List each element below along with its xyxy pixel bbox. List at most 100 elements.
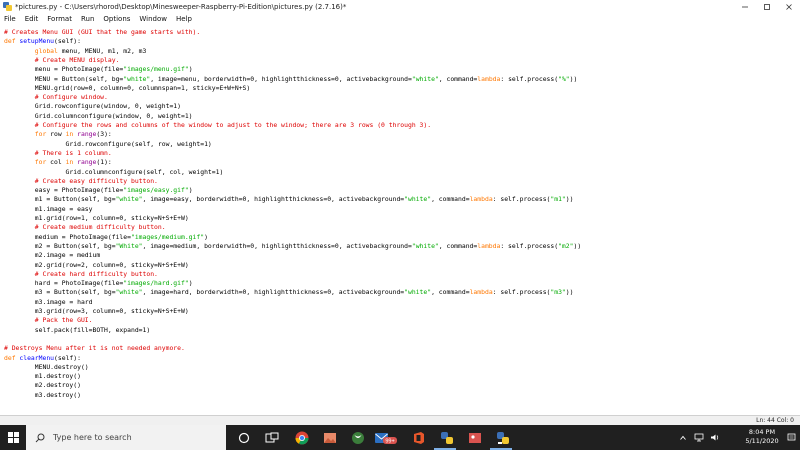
code-line: # Creates Menu GUI (GUI that the game st… [4,28,200,37]
minimize-button[interactable] [734,0,756,13]
code-token: (self): [54,353,81,362]
code-token: global [34,46,58,55]
code-line: Grid.columnconfigure(window, 0, weight=1… [4,112,193,121]
code-token: m2 = Button(self, bg= [4,241,116,250]
status-bar: Ln: 44 Col: 0 [0,415,800,425]
code-line: # Create hard difficulty button. [4,270,158,279]
xbox-icon[interactable] [349,429,366,446]
menu-options[interactable]: Options [103,15,130,23]
code-token: , command= [431,288,470,297]
idle-icon[interactable] [494,429,511,446]
code-token: ) [188,279,193,288]
start-button[interactable] [0,425,26,450]
code-line: m1.destroy() [4,372,81,381]
code-token: : self.process( [492,288,551,297]
code-token: : self.process( [500,241,559,250]
code-token: range [77,158,97,167]
code-line: m2.destroy() [4,381,81,390]
code-editor[interactable]: # Creates Menu GUI (GUI that the game st… [0,25,800,415]
code-token: range [77,130,97,139]
close-button[interactable] [778,0,800,13]
code-token: )) [565,288,574,297]
code-token: m2.grid(row=2, column=0, sticky=N+S+E+W) [4,260,189,269]
network-icon[interactable] [692,425,706,450]
cortana-icon[interactable] [235,429,252,446]
code-line: # Create MENU display. [4,55,120,65]
close-icon [786,3,792,10]
window-controls [734,0,800,13]
python-idle-icon [3,2,12,11]
photos-icon[interactable] [321,429,338,446]
minimize-icon [742,6,748,7]
code-token: # Create hard difficulty button. [4,269,158,278]
code-token: MENU = Button(self, bg= [4,74,124,83]
code-line: MENU.grid(row=0, column=0, columnspan=1,… [4,84,250,93]
code-token: m3.grid(row=3, column=0, sticky=N+S+E+W) [4,307,189,315]
code-line: # Pack the GUI. [4,316,93,325]
volume-icon[interactable] [708,425,722,450]
code-token: lambda [469,288,493,297]
code-token: # Create easy difficulty button. [4,176,158,185]
code-line: Grid.rowconfigure(window, 0, weight=1) [4,102,181,111]
code-line: m3.image = hard [4,298,93,307]
code-token: m1 = Button(self, bg= [4,195,116,204]
code-token: m2.destroy() [4,381,81,390]
code-token: col [46,158,66,167]
task-view-icon[interactable] [263,429,280,446]
code-token: m3.destroy() [4,390,81,399]
code-token: MENU.grid(row=0, column=0, columnspan=1,… [4,83,251,92]
code-token: menu = PhotoImage(file= [4,65,124,74]
maximize-button[interactable] [756,0,778,13]
code-token: , image=menu, borderwidth=0, highlightth… [150,74,412,83]
menu-format[interactable]: Format [47,15,72,23]
search-icon [35,433,45,442]
code-token: "White" [115,241,143,250]
taskbar-clock[interactable]: 8:04 PM 5/11/2020 [742,428,782,446]
code-token: m3.image = hard [4,297,93,306]
code-token: , image=medium, borderwidth=0, highlight… [142,241,412,250]
code-line: # Configure the rows and columns of the … [4,121,431,130]
tray-chevron-icon[interactable] [676,425,690,450]
code-token: "white" [115,195,143,204]
code-line: Grid.rowconfigure(self, row, weight=1) [4,140,212,149]
pictures-icon[interactable] [466,429,483,446]
code-token: "white" [123,74,151,83]
code-token: row [46,130,66,139]
code-line: global menu, MENU, m1, m2, m3 [4,46,147,56]
menu-run[interactable]: Run [81,15,94,23]
code-line: m2.grid(row=2, column=0, sticky=N+S+E+W) [4,261,189,270]
menu-window[interactable]: Window [139,15,167,23]
office-icon[interactable] [410,429,427,446]
code-token: medium = PhotoImage(file= [4,232,131,241]
python-icon[interactable] [438,429,455,446]
chrome-icon[interactable] [293,429,310,446]
code-token: # Pack the GUI. [4,316,93,325]
menu-file[interactable]: File [4,15,16,23]
code-token: # Create MENU display. [4,55,120,64]
maximize-icon [764,3,770,10]
code-token: : self.process( [500,74,559,83]
code-token: )) [565,195,574,204]
code-line: # Destroys Menu after it is not needed a… [4,344,185,353]
menu-edit[interactable]: Edit [25,15,39,23]
code-token: "m1" [550,195,566,204]
code-token: "images/menu.gif" [123,65,189,74]
code-token: : self.process( [492,195,551,204]
code-token: Grid.columnconfigure(self, col, weight=1… [4,167,224,176]
code-line: Grid.columnconfigure(self, col, weight=1… [4,167,224,177]
code-line: def setupMenu(self): [4,37,81,46]
code-token: Grid.columnconfigure(window, 0, weight=1… [4,111,193,120]
code-token: m1.destroy() [4,372,81,381]
menu-help[interactable]: Help [176,15,192,23]
code-token: )) [569,74,578,83]
taskbar-search[interactable]: Type here to search [26,425,226,450]
code-token: , image=easy, borderwidth=0, highlightth… [142,195,405,204]
code-token: "white" [404,288,432,297]
code-token: (self): [54,37,81,46]
code-line: # Create medium difficulty button. [4,223,166,232]
mail-icon[interactable]: 99+ [372,429,400,446]
code-token: m1.image = easy [4,204,93,213]
code-line: for col in range(1): [4,158,112,167]
notification-icon[interactable] [784,425,798,450]
